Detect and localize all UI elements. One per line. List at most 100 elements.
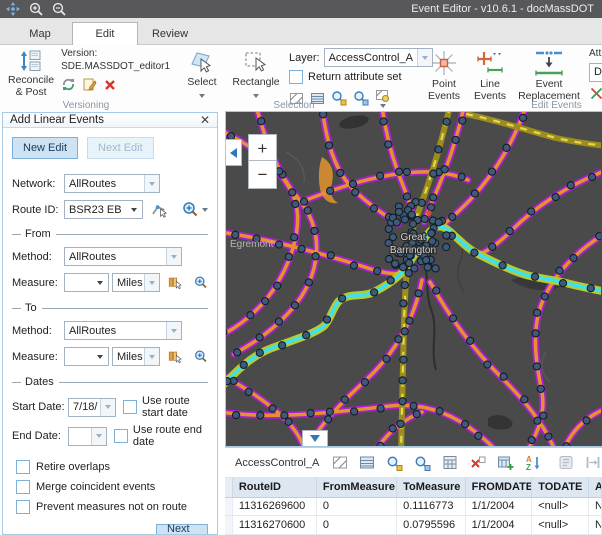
from-measure-on-map-icon[interactable] xyxy=(168,275,182,291)
field-calculator-icon[interactable] xyxy=(442,455,458,470)
dropdown-arrow-icon[interactable] xyxy=(166,248,181,265)
column-header[interactable]: TODATE xyxy=(532,478,589,497)
from-measure-combo[interactable] xyxy=(64,273,109,292)
add-linear-events-panel: Add Linear Events ✕ New Edit Next Edit N… xyxy=(2,112,218,535)
dropdown-arrow-icon[interactable] xyxy=(93,348,108,365)
clear-selection-icon[interactable] xyxy=(469,455,486,471)
collapse-panel-button[interactable] xyxy=(226,139,242,166)
use-route-start-date-checkbox[interactable] xyxy=(123,400,137,414)
next-button[interactable]: Next > xyxy=(156,524,208,535)
column-header[interactable]: FROMDATE xyxy=(466,478,533,497)
from-method-select[interactable]: AllRoutes xyxy=(64,247,182,266)
end-date-label: End Date: xyxy=(12,430,68,442)
cell-frommeasure: 0 xyxy=(317,516,397,534)
dropdown-arrow-icon[interactable] xyxy=(144,274,159,291)
dropdown-arrow-icon[interactable] xyxy=(127,201,142,218)
close-icon[interactable]: ✕ xyxy=(200,113,210,127)
dropdown-arrow-icon[interactable] xyxy=(93,274,108,291)
table-toolbar: AccessControl_A xyxy=(225,448,602,478)
retire-overlaps-checkbox[interactable] xyxy=(16,460,30,474)
identify-icon xyxy=(558,455,574,470)
point-events-button[interactable]: Point Events xyxy=(421,48,467,104)
start-date-picker[interactable]: 7/18/ xyxy=(68,398,116,417)
table-row[interactable]: 11316269600 0 0.1116773 1/1/2004 <null> … xyxy=(225,498,602,517)
rectangle-tool-button[interactable]: Rectangle xyxy=(227,48,285,103)
table-menu-icon[interactable] xyxy=(359,455,375,470)
row-selector[interactable] xyxy=(225,516,233,534)
collapse-table-button[interactable] xyxy=(302,430,328,446)
prevent-measures-checkbox[interactable] xyxy=(16,500,30,514)
cell-routeid: 11316269600 xyxy=(233,498,317,516)
to-zoom-to-measure-icon[interactable] xyxy=(194,348,208,365)
map-zoom-in-button[interactable]: + xyxy=(248,134,277,163)
to-unit-select[interactable]: Miles xyxy=(112,347,160,366)
rectangle-tool-icon xyxy=(243,49,269,75)
zoom-out-icon[interactable] xyxy=(52,2,66,16)
retire-overlaps-label: Retire overlaps xyxy=(36,461,110,473)
return-attribute-set-checkbox[interactable] xyxy=(289,70,303,84)
network-select[interactable]: AllRoutes xyxy=(64,174,160,193)
row-selector[interactable] xyxy=(225,498,233,516)
table-select-icon[interactable] xyxy=(332,455,348,470)
tab-map[interactable]: Map xyxy=(8,23,72,44)
reconcile-post-button[interactable]: Reconcile & Post xyxy=(5,48,57,100)
merge-coincident-events-checkbox[interactable] xyxy=(16,480,30,494)
dropdown-arrow-icon[interactable] xyxy=(144,175,159,192)
end-date-picker[interactable] xyxy=(68,427,107,446)
attribute-set-select[interactable]: Default xyxy=(589,63,602,82)
column-header[interactable]: RouteID xyxy=(233,478,317,497)
zoom-to-route-icon[interactable] xyxy=(182,201,199,218)
zoom-to-selected-icon[interactable] xyxy=(386,455,403,471)
use-route-start-date-label: Use route start date xyxy=(142,395,208,419)
to-method-select[interactable]: AllRoutes xyxy=(64,321,182,340)
column-header[interactable]: FromMeasure xyxy=(317,478,397,497)
select-tool-label: Select xyxy=(187,77,216,89)
select-tool-button[interactable]: Select xyxy=(177,48,227,103)
delete-version-icon[interactable] xyxy=(103,78,117,92)
to-measure-label: Measure: xyxy=(12,351,64,363)
column-header[interactable]: ToMeasure xyxy=(397,478,466,497)
to-measure-combo[interactable] xyxy=(64,347,109,366)
to-measure-on-map-icon[interactable] xyxy=(168,349,182,365)
cell-access: N xyxy=(589,498,602,516)
use-route-end-date-checkbox[interactable] xyxy=(114,429,128,443)
zoom-in-icon[interactable] xyxy=(29,2,43,16)
chevron-down-icon[interactable] xyxy=(202,208,208,212)
chevron-down-icon xyxy=(310,435,320,442)
column-header[interactable]: ACCESS xyxy=(589,478,602,497)
new-version-icon[interactable] xyxy=(82,77,97,92)
event-replacement-button[interactable]: Event Replacement xyxy=(513,48,585,104)
line-events-button[interactable]: Line Events xyxy=(467,48,513,104)
select-route-on-map-icon[interactable] xyxy=(151,202,168,218)
dates-section-legend: Dates xyxy=(12,376,208,388)
tab-review[interactable]: Review xyxy=(138,23,202,44)
attribute-set-label: Attribute Set: xyxy=(589,48,602,61)
pan-icon[interactable] xyxy=(6,2,20,16)
dropdown-arrow-icon[interactable] xyxy=(91,428,106,445)
town-label-egremont: Egremont xyxy=(230,239,274,250)
dropdown-arrow-icon[interactable] xyxy=(144,348,159,365)
route-id-combo[interactable]: BSR23 EB xyxy=(64,200,143,219)
map-zoom-out-button[interactable]: − xyxy=(248,160,277,189)
conflicts-icon[interactable] xyxy=(61,77,76,92)
from-zoom-to-measure-icon[interactable] xyxy=(194,274,208,291)
dropdown-arrow-icon[interactable] xyxy=(166,322,181,339)
offset-icon xyxy=(585,455,601,470)
ribbon: Versioning Reconcile & Post Version: SDE… xyxy=(0,45,602,112)
split-event-icon[interactable] xyxy=(589,86,602,101)
line-events-label: Line Events xyxy=(470,79,510,103)
sort-icon[interactable]: A Z xyxy=(525,455,541,471)
map-canvas[interactable]: Egremont Great Barrington xyxy=(226,112,601,447)
network-label: Network: xyxy=(12,178,64,190)
new-edit-button[interactable]: New Edit xyxy=(12,137,78,159)
table-header-row: RouteID FromMeasure ToMeasure FROMDATE T… xyxy=(225,478,602,498)
tab-edit[interactable]: Edit xyxy=(72,22,138,45)
point-event-marker xyxy=(426,210,431,215)
cell-fromdate: 1/1/2004 xyxy=(466,516,533,534)
add-record-icon[interactable] xyxy=(497,455,514,471)
table-row[interactable]: 11316270600 0 0.0795596 1/1/2004 <null> … xyxy=(225,516,602,535)
dropdown-arrow-icon[interactable] xyxy=(100,399,115,416)
pan-to-selected-icon[interactable] xyxy=(414,455,431,471)
from-unit-select[interactable]: Miles xyxy=(112,273,160,292)
map-view[interactable]: Egremont Great Barrington + − xyxy=(225,111,602,447)
